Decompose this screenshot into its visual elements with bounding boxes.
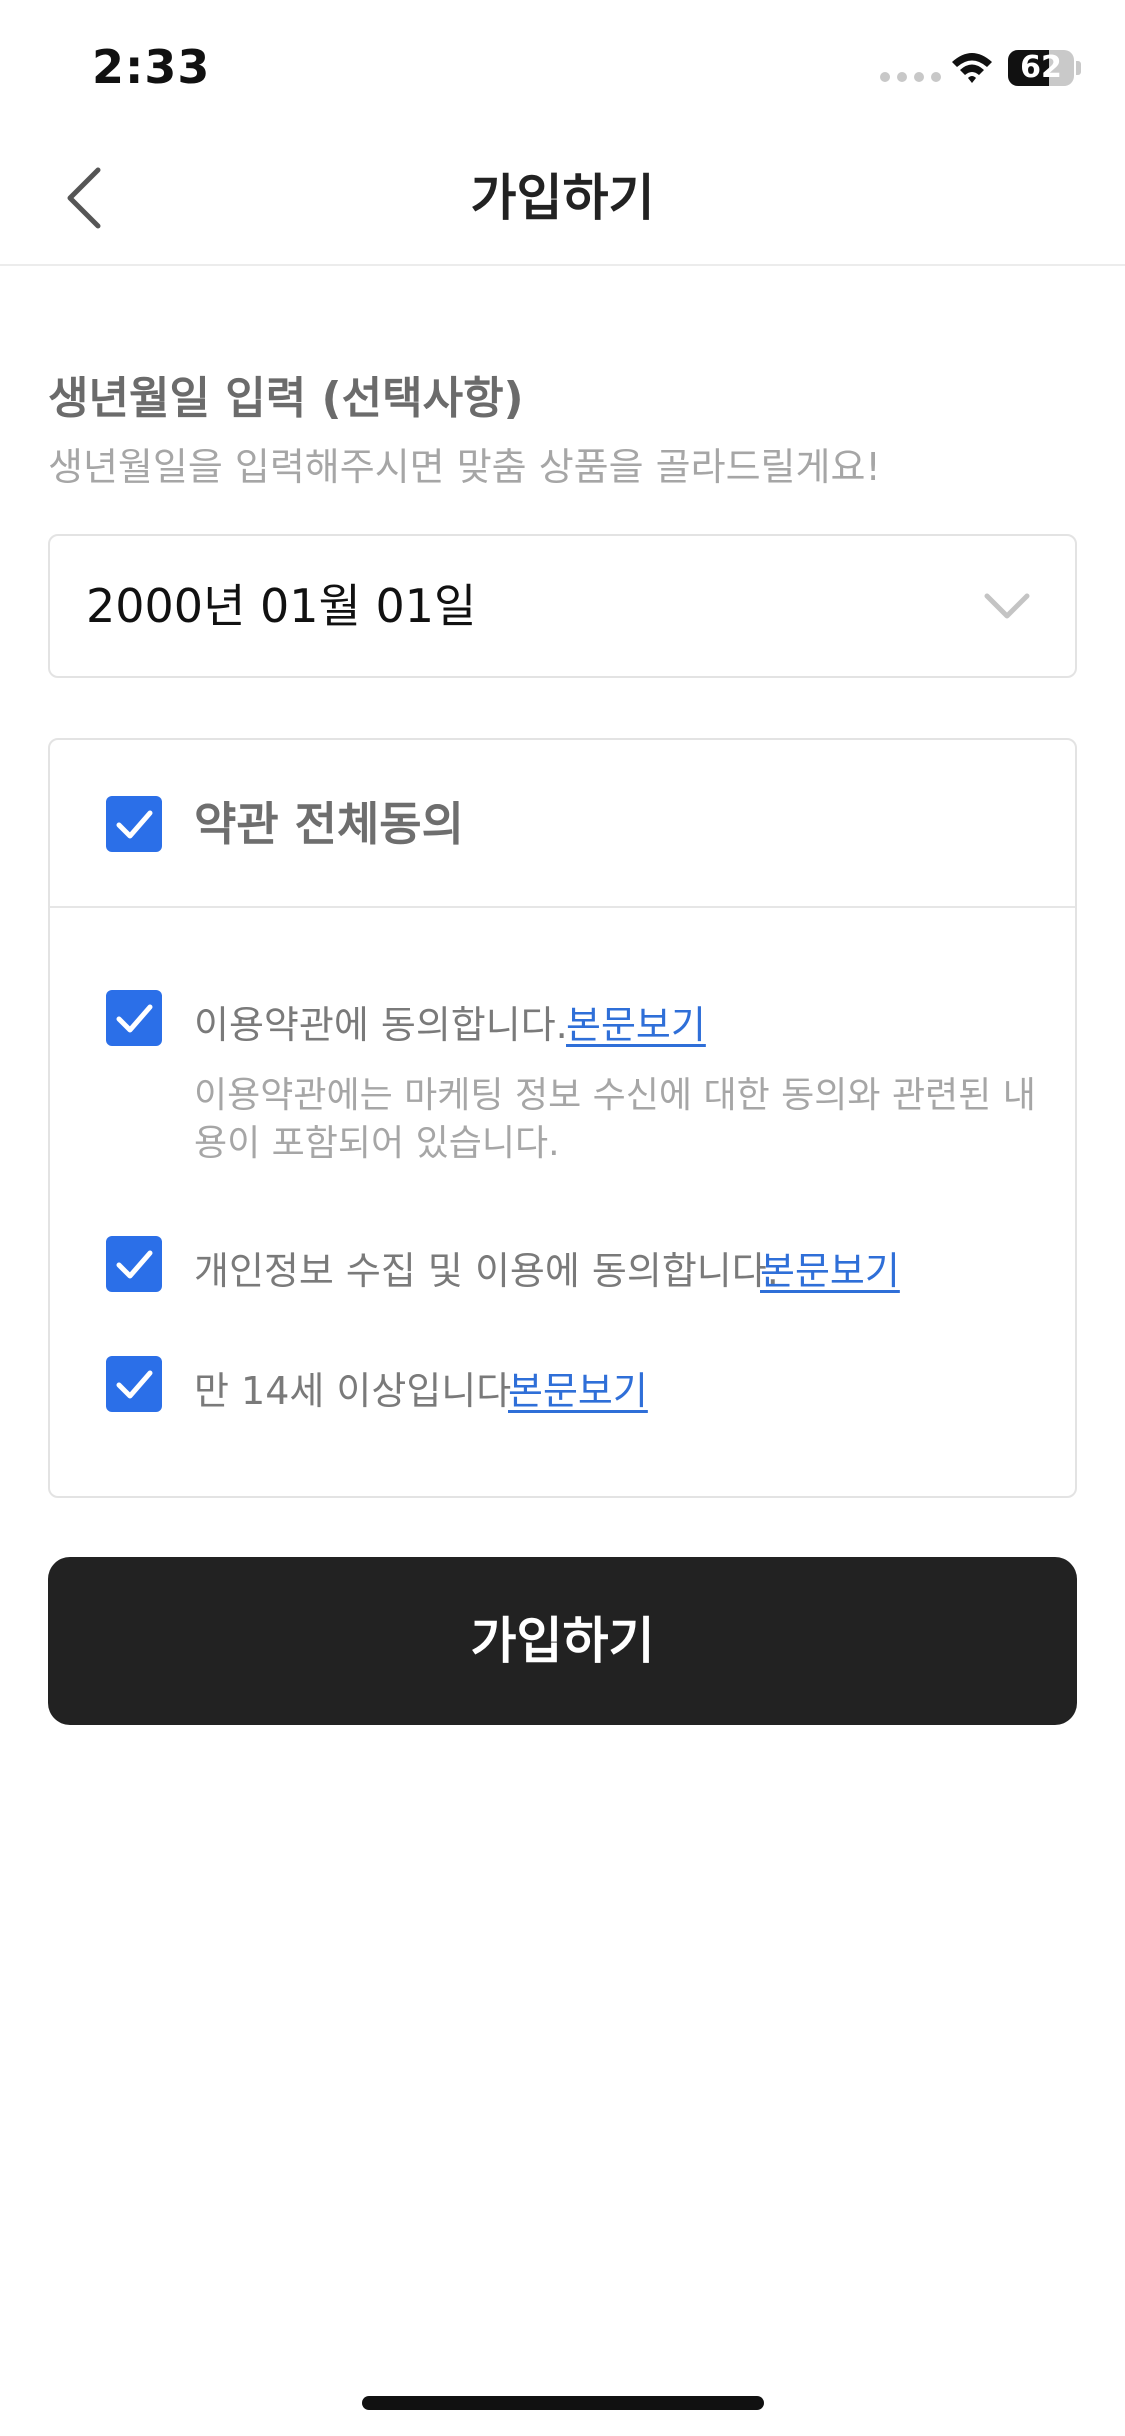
battery-icon: 62: [1008, 50, 1074, 86]
terms-of-use-label: 이용약관에 동의합니다.: [194, 1003, 568, 1047]
status-time: 2:33: [92, 40, 211, 94]
agree-all-label: 약관 전체동의: [194, 797, 464, 851]
privacy-label: 개인정보 수집 및 이용에 동의합니다.: [194, 1249, 779, 1293]
status-bar: 2:33 62: [0, 0, 1125, 130]
birth-date-title: 생년월일 입력 (선택사항): [48, 373, 524, 424]
privacy-checkbox[interactable]: [106, 1236, 162, 1292]
signal-dots-icon: [880, 72, 941, 82]
privacy-view-link[interactable]: 본문보기: [760, 1240, 900, 1295]
terms-of-use-description-line: 용이 포함되어 있습니다.: [194, 1123, 560, 1164]
birth-date-select[interactable]: 2000년 01월 01일: [48, 534, 1077, 678]
battery-tip: [1076, 61, 1081, 75]
age-14-label: 만 14세 이상입니다: [194, 1369, 512, 1413]
check-icon: [116, 1004, 153, 1033]
agree-all-checkbox[interactable]: [106, 796, 162, 852]
signup-screen: 2:33 62 가입하기 생년월일 입력 (선택사항) 생년월일을 입력해주시면…: [0, 0, 1125, 2436]
check-icon: [116, 1250, 153, 1279]
check-icon: [116, 1370, 153, 1399]
chevron-down-icon: [984, 593, 1030, 619]
nav-header: 가입하기: [0, 130, 1125, 266]
terms-of-use-description-line: 이용약관에는 마케팅 정보 수신에 대한 동의와 관련된 내: [194, 1075, 1036, 1116]
page-title: 가입하기: [470, 169, 655, 227]
home-indicator: [362, 2396, 764, 2410]
agree-all-row[interactable]: 약관 전체동의: [50, 740, 1075, 908]
battery-level: 62: [1020, 50, 1062, 85]
birth-date-value: 2000년 01월 01일: [86, 579, 477, 633]
signup-submit-button[interactable]: 가입하기: [48, 1557, 1077, 1725]
check-icon: [116, 810, 153, 839]
wifi-icon: [952, 53, 992, 83]
age-14-checkbox[interactable]: [106, 1356, 162, 1412]
terms-of-use-view-link[interactable]: 본문보기: [566, 994, 706, 1049]
chevron-left-icon[interactable]: [50, 158, 130, 238]
terms-of-use-checkbox[interactable]: [106, 990, 162, 1046]
birth-date-subtitle: 생년월일을 입력해주시면 맞춤 상품을 골라드릴게요!: [48, 445, 881, 489]
terms-agreement-box: 약관 전체동의 이용약관에 동의합니다. 본문보기 이용약관에는 마케팅 정보 …: [48, 738, 1077, 1498]
terms-of-use-description: 이용약관에는 마케팅 정보 수신에 대한 동의와 관련된 내 용이 포함되어 있…: [194, 1072, 1074, 1168]
age-14-view-link[interactable]: 본문보기: [508, 1360, 648, 1415]
